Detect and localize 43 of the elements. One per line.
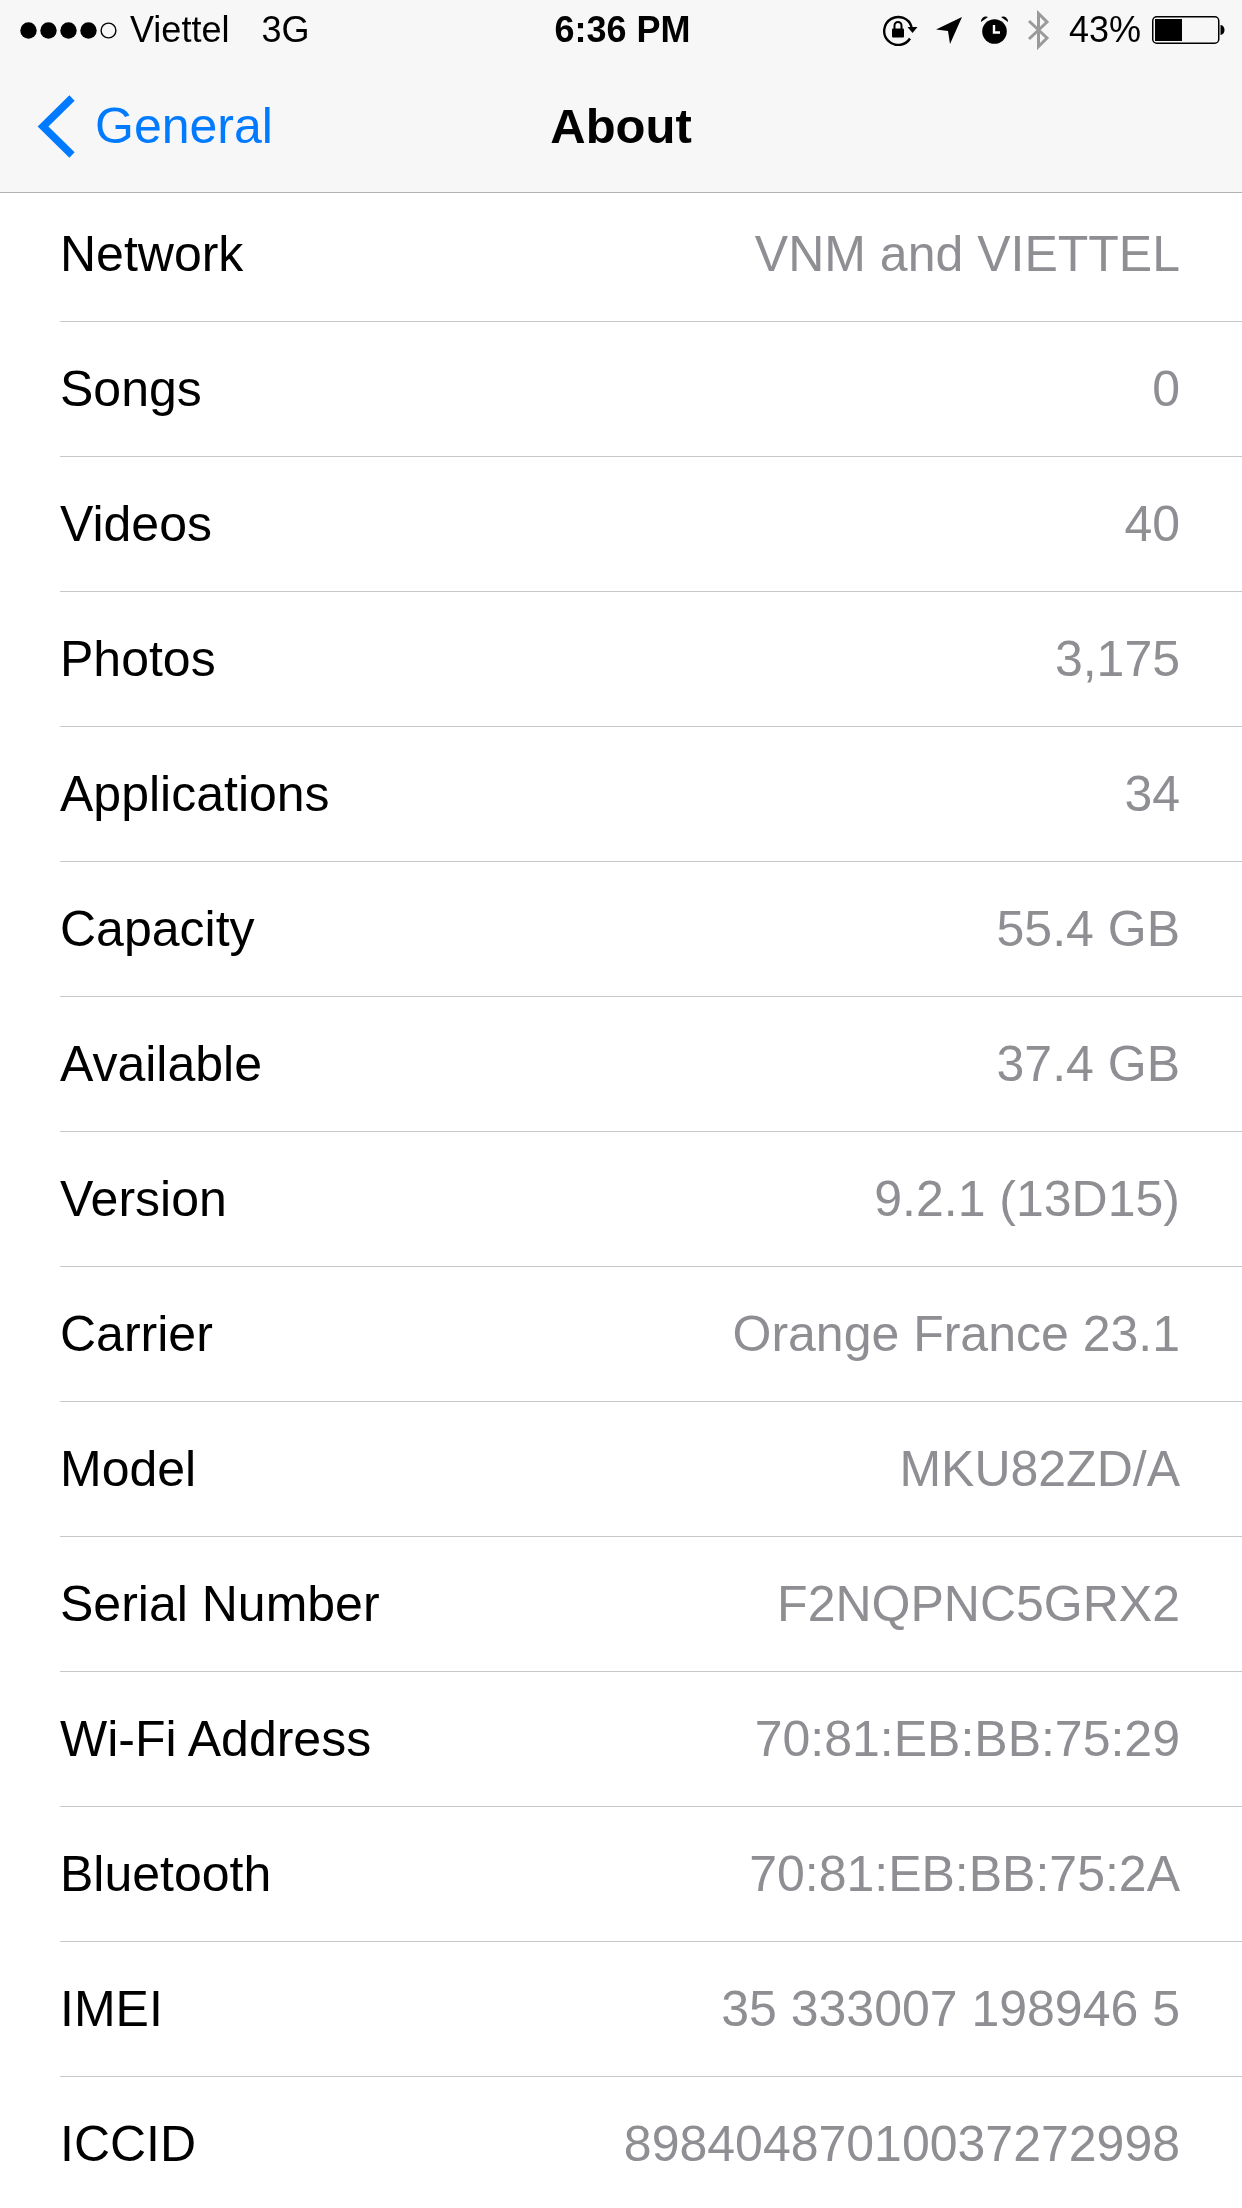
status-time: 6:36 PM (554, 9, 691, 50)
back-button[interactable]: General (0, 94, 273, 158)
setting-value: Orange France 23.1 (732, 1305, 1180, 1363)
setting-value: VNM and VIETTEL (754, 225, 1180, 283)
setting-label: Network (60, 225, 244, 283)
setting-label: Capacity (60, 900, 255, 958)
setting-value: F2NQPNC5GRX2 (777, 1575, 1180, 1633)
setting-value: 35 333007 198946 5 (721, 1980, 1180, 2038)
signal-strength-icon (20, 21, 120, 39)
setting-value: 3,175 (1054, 630, 1180, 688)
setting-label: Model (60, 1440, 197, 1498)
setting-label: Serial Number (60, 1575, 380, 1633)
setting-value: 70:81:EB:BB:75:2A (749, 1845, 1180, 1903)
setting-label: Version (60, 1170, 227, 1228)
setting-label: Songs (60, 360, 202, 418)
carrier-name: Viettel (130, 9, 230, 51)
setting-value: 89840487010037272998 (623, 2115, 1180, 2173)
setting-label: Photos (60, 630, 216, 688)
setting-label: Applications (60, 765, 330, 823)
battery-percentage: 43% (1068, 9, 1141, 51)
network-type: 3G (261, 9, 310, 51)
setting-value: MKU82ZD/A (899, 1440, 1180, 1498)
setting-value: 34 (1124, 765, 1180, 823)
setting-value: 37.4 GB (996, 1035, 1180, 1093)
rotation-lock-icon (881, 14, 918, 46)
setting-label: Bluetooth (60, 1845, 272, 1903)
location-arrow-icon (935, 16, 962, 44)
battery-icon (1152, 16, 1225, 44)
setting-label: Available (60, 1035, 262, 1093)
back-chevron-icon (37, 94, 75, 158)
setting-value: 9.2.1 (13D15) (874, 1170, 1180, 1228)
setting-value: 70:81:EB:BB:75:29 (754, 1710, 1180, 1768)
setting-label: Wi-Fi Address (60, 1710, 372, 1768)
alarm-clock-icon (979, 16, 1009, 44)
setting-label: IMEI (60, 1980, 163, 2038)
setting-value: 55.4 GB (996, 900, 1180, 958)
setting-value: 0 (1152, 360, 1180, 418)
setting-value: 40 (1124, 495, 1180, 553)
screen-title: About (550, 99, 692, 153)
setting-label: Carrier (60, 1305, 213, 1363)
setting-label: Videos (60, 495, 212, 553)
bluetooth-icon (1026, 10, 1051, 50)
setting-label: ICCID (60, 2115, 197, 2173)
